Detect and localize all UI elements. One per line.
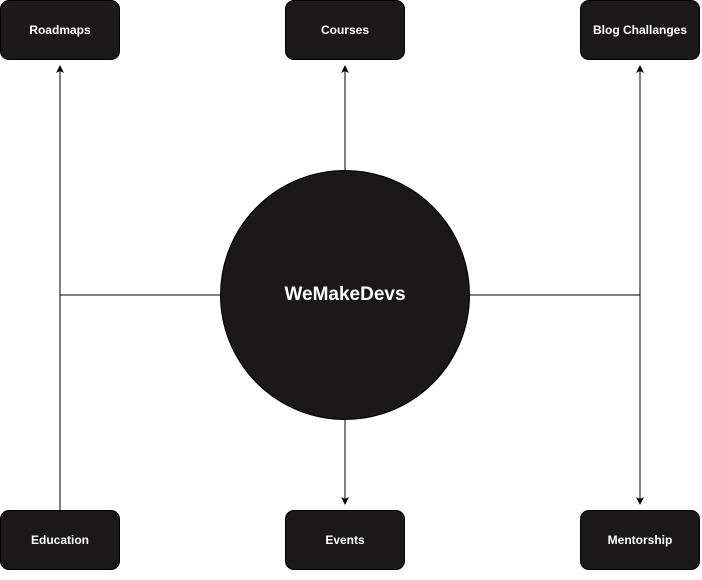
node-education[interactable]: Education bbox=[0, 510, 120, 570]
node-mentorship[interactable]: Mentorship bbox=[580, 510, 700, 570]
node-mentorship-label: Mentorship bbox=[607, 533, 673, 547]
node-roadmaps-label: Roadmaps bbox=[29, 23, 91, 37]
hub-label: WeMakeDevs bbox=[284, 284, 406, 305]
node-education-label: Education bbox=[30, 533, 89, 547]
node-events[interactable]: Events bbox=[285, 510, 405, 570]
node-courses-label: Courses bbox=[320, 23, 370, 37]
node-events-label: Events bbox=[325, 533, 365, 547]
node-blog-challenges[interactable]: Blog Challanges bbox=[580, 0, 700, 60]
node-courses[interactable]: Courses bbox=[285, 0, 405, 60]
node-roadmaps[interactable]: Roadmaps bbox=[0, 0, 120, 60]
node-blog-challenges-label: Blog Challanges bbox=[592, 23, 687, 37]
hub-node-wemakedevs[interactable]: WeMakeDevs bbox=[220, 170, 470, 420]
